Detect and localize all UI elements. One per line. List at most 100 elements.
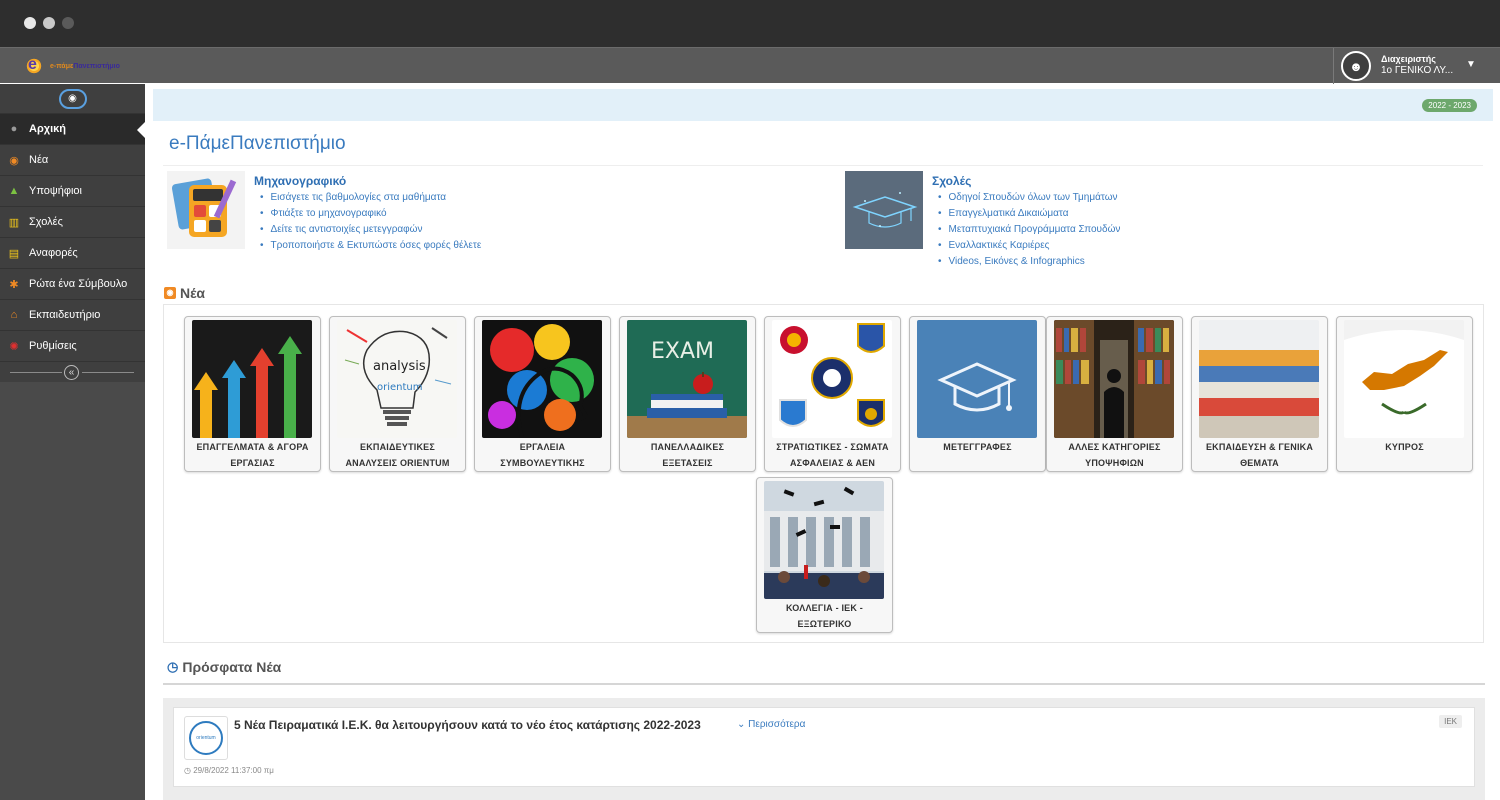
feature-list: Οδηγοί Σπουδών όλων των Τμημάτων Επαγγελ…	[938, 192, 1121, 272]
window-minimize-button[interactable]	[43, 17, 55, 29]
divider	[10, 372, 62, 373]
main-content: 2022 - 2023 e-ΠάμεΠανεπιστήμιο Μηχανογρα…	[153, 89, 1493, 800]
calculator-image[interactable]	[167, 171, 245, 249]
page-title: e-ΠάμεΠανεπιστήμιο	[169, 133, 346, 154]
colorful-head-image	[482, 320, 602, 438]
analysis-bulb-image: analysis orientum	[337, 320, 457, 438]
feature-link[interactable]: Φτιάξτε το μηχανογραφικό	[260, 208, 481, 224]
recent-news-item[interactable]: orientum 5 Νέα Πειραματικά Ι.Ε.Κ. θα λει…	[173, 707, 1475, 787]
clock-icon: ◷	[184, 766, 194, 775]
exam-art-text: EXAM	[651, 339, 714, 364]
year-badge[interactable]: 2022 - 2023	[1422, 99, 1477, 112]
collapse-chevron-icon[interactable]: «	[64, 365, 79, 380]
card-label: ΣΤΡΑΤΙΩΤΙΚΕΣ - ΣΩΜΑΤΑ ΑΣΦΑΛΕΙΑΣ & ΑΕΝ	[776, 442, 889, 468]
user-role: Διαχειριστής	[1381, 54, 1436, 64]
feature-link[interactable]: Μεταπτυχιακά Προγράμματα Σπουδών	[938, 224, 1121, 240]
more-link[interactable]: ⌄ Περισσότερα	[737, 719, 805, 730]
news-card[interactable]: ΕΚΠΑΙΔΕΥΣΗ & ΓΕΝΙΚΑ ΘΕΜΑΤΑ	[1191, 316, 1328, 472]
recent-news-list: orientum 5 Νέα Πειραματικά Ι.Ε.Κ. θα λει…	[163, 698, 1485, 800]
news-card[interactable]: ΚΟΛΛΕΓΙΑ - ΙΕΚ - ΕΞΩΤΕΡΙΚΟ	[756, 477, 893, 633]
rss-icon: ◉	[9, 154, 19, 167]
app-logo[interactable]: e e-πάμεΠανεπιστήμιο	[24, 56, 120, 76]
user-menu[interactable]: ☻ Διαχειριστής 1ο ΓΕΝΙΚΟ ΛΥ... ▼	[1333, 48, 1483, 84]
feature-link[interactable]: Επαγγελματικά Δικαιώματα	[938, 208, 1120, 224]
sidebar-item-label: Αρχική	[29, 123, 66, 135]
news-card[interactable]: ΑΛΛΕΣ ΚΑΤΗΓΟΡΙΕΣ ΥΠΟΨΗΦΙΩΝ	[1046, 316, 1183, 472]
printer-icon: ▤	[8, 247, 20, 260]
app-header: e e-πάμεΠανεπιστήμιο ☻ Διαχειριστής 1ο Γ…	[0, 47, 1500, 84]
user-avatar[interactable]: ☻	[1341, 51, 1371, 81]
graduation-hats-image	[764, 481, 884, 599]
feature-link[interactable]: Εισάγετε τις βαθμολογίες στα μαθήματα	[260, 192, 481, 208]
feature-link[interactable]: Οδηγοί Σπουδών όλων των Τμημάτων	[938, 192, 1120, 208]
sidebar-item-label: Υποψήφιοι	[29, 185, 82, 197]
window-maximize-button[interactable]	[62, 17, 74, 29]
divider	[82, 372, 134, 373]
sidebar-item-2[interactable]: ▲ Υποψήφιοι	[0, 176, 145, 207]
news-thumbnail[interactable]: orientum	[184, 716, 228, 760]
sidebar-item-5[interactable]: ✱ Ρώτα ένα Σύμβουλο	[0, 269, 145, 300]
news-card[interactable]: ΣΤΡΑΤΙΩΤΙΚΕΣ - ΣΩΜΑΤΑ ΑΣΦΑΛΕΙΑΣ & ΑΕΝ	[764, 316, 901, 472]
news-card[interactable]: ΚΥΠΡΟΣ	[1336, 316, 1473, 472]
feature-link[interactable]: Τροποποιήστε & Εκτυπώστε όσες φορές θέλε…	[260, 240, 482, 256]
divider	[163, 165, 1483, 166]
divider	[163, 683, 1485, 685]
user-school: 1ο ΓΕΝΙΚΟ ΛΥ...	[1381, 65, 1454, 76]
card-label: ΠΑΝΕΛΛΑΔΙΚΕΣ ΕΞΕΤΑΣΕΙΣ	[650, 442, 725, 468]
news-card[interactable]: EXAM ΠΑΝΕΛΛΑΔΙΚΕΣ ΕΞΕΤΑΣΕΙΣ	[619, 316, 756, 472]
sidebar-item-label: Ρώτα ένα Σύμβουλο	[29, 278, 128, 290]
logo-text: e-πάμεΠανεπιστήμιο	[50, 62, 120, 70]
feature-title[interactable]: Σχολές	[932, 174, 971, 188]
sidebar-item-6[interactable]: ⌂ Εκπαιδευτήριο	[0, 300, 145, 331]
feature-link[interactable]: Εναλλακτικές Καριέρες	[938, 240, 1120, 256]
news-heading: ◉ Νέα	[164, 285, 205, 301]
feature-title[interactable]: Μηχανογραφικό	[254, 174, 346, 188]
feature-link[interactable]: Videos, Εικόνες & Infographics	[938, 256, 1120, 272]
arrows-image	[192, 320, 312, 438]
graduation-cap-image[interactable]	[845, 171, 923, 249]
sidebar-item-label: Αναφορές	[29, 247, 78, 259]
orientum-logo-icon: orientum	[189, 721, 223, 755]
recent-news-heading-label: Πρόσφατα Νέα	[182, 659, 282, 675]
news-card[interactable]: ΜΕΤΕΓΓΡΑΦΕΣ	[909, 316, 1046, 472]
card-label: ΜΕΤΕΓΓΡΑΦΕΣ	[943, 442, 1012, 452]
sidebar-empty-area	[0, 382, 145, 800]
military-emblems-image	[772, 320, 892, 438]
sidebar-collapse: «	[0, 362, 145, 384]
news-date: ◷ 29/8/2022 11:37:00 πμ	[184, 766, 274, 775]
graduation-cap-icon: ▲	[8, 185, 20, 197]
card-label: ΑΛΛΕΣ ΚΑΤΗΓΟΡΙΕΣ ΥΠΟΨΗΦΙΩΝ	[1068, 442, 1161, 468]
exam-board-image: EXAM	[627, 320, 747, 438]
sidebar-item-0[interactable]: ● Αρχική	[0, 114, 145, 145]
news-heading-label: Νέα	[180, 285, 206, 301]
card-label: ΕΠΑΓΓΕΛΜΑΤΑ & ΑΓΟΡΑ ΕΡΓΑΣΙΑΣ	[196, 442, 309, 468]
sidebar-item-1[interactable]: ◉ Νέα	[0, 145, 145, 176]
sidebar-item-4[interactable]: ▤ Αναφορές	[0, 238, 145, 269]
category-tag[interactable]: ΙΕΚ	[1439, 715, 1462, 728]
sun-logo-icon: e	[24, 56, 44, 76]
year-bar: 2022 - 2023	[153, 89, 1493, 121]
news-title[interactable]: 5 Νέα Πειραματικά Ι.Ε.Κ. θα λειτουργήσου…	[234, 718, 701, 732]
window-close-button[interactable]	[24, 17, 36, 29]
sidebar: ◉ ● Αρχική ◉ Νέα ▲ Υποψήφιοι ▥ Σχολές ▤ Αναφορές ✱…	[0, 84, 145, 800]
clock-icon: ◷	[167, 659, 179, 674]
library-image	[1054, 320, 1174, 438]
rss-icon: ◉	[164, 287, 176, 299]
home-icon: ⌂	[10, 309, 18, 321]
sidebar-item-label: Ρυθμίσεις	[29, 340, 77, 352]
window-titlebar	[0, 0, 1500, 47]
sidebar-item-7[interactable]: ✺ Ρυθμίσεις	[0, 331, 145, 362]
news-card[interactable]: ΕΠΑΓΓΕΛΜΑΤΑ & ΑΓΟΡΑ ΕΡΓΑΣΙΑΣ	[184, 316, 321, 472]
institution-icon: ▥	[8, 216, 20, 229]
news-card[interactable]: ΕΡΓΑΛΕΙΑ ΣΥΜΒΟΥΛΕΥΤΙΚΗΣ	[474, 316, 611, 472]
school-emblem-icon[interactable]: ◉	[58, 88, 87, 109]
circle-icon: ●	[10, 123, 18, 135]
orientum-art-text: orientum	[377, 382, 423, 393]
card-label: ΕΚΠΑΙΔΕΥΤΙΚΕΣ ΑΝΑΛΥΣΕΙΣ ORIENTUM	[345, 442, 450, 468]
caret-down-icon[interactable]: ▼	[1466, 59, 1476, 70]
news-categories-panel: ΕΠΑΓΓΕΛΜΑΤΑ & ΑΓΟΡΑ ΕΡΓΑΣΙΑΣ analysis ori…	[163, 304, 1484, 643]
feature-link[interactable]: Δείτε τις αντιστοιχίες μετεγγραφών	[260, 224, 481, 240]
news-card[interactable]: analysis orientum ΕΚΠΑΙΔΕΥΤΙΚΕΣ ΑΝΑΛΥΣΕΙΣ…	[329, 316, 466, 472]
card-label: ΕΚΠΑΙΔΕΥΣΗ & ΓΕΝΙΚΑ ΘΕΜΑΤΑ	[1205, 442, 1314, 468]
sidebar-item-3[interactable]: ▥ Σχολές	[0, 207, 145, 238]
